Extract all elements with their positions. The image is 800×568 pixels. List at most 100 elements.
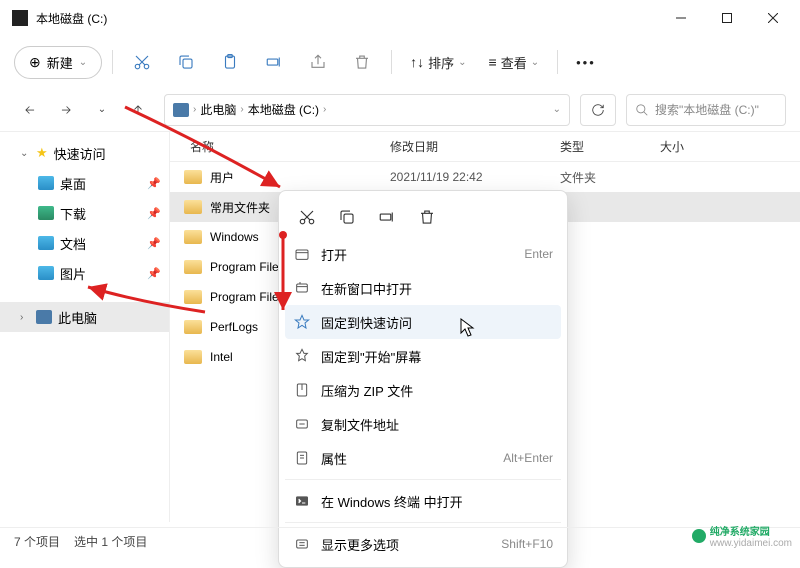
folder-icon [184,170,202,184]
logo-icon [692,529,706,543]
view-button[interactable]: ≡查看⌄ [481,53,548,72]
cut-icon[interactable] [289,201,325,233]
context-menu: 打开 Enter 在新窗口中打开 固定到快速访问 固定到"开始"屏幕 压缩为 Z… [278,190,568,568]
sidebar-pictures[interactable]: 图片 📌 [0,258,169,288]
menu-separator [285,479,561,480]
pc-icon [173,103,189,117]
refresh-button[interactable] [580,94,616,126]
col-name[interactable]: 名称 [170,138,390,155]
menu-zip[interactable]: 压缩为 ZIP 文件 [285,373,561,407]
pin-icon [293,348,311,364]
menu-separator [285,522,561,523]
column-headers: 名称 修改日期 类型 大小 [170,132,800,162]
sidebar: ⌄ ★ 快速访问 桌面 📌 下载 📌 文档 📌 图片 📌 › 此电脑 [0,132,170,522]
folder-icon [184,350,202,364]
pin-icon: 📌 [147,267,161,280]
star-icon [293,314,311,330]
context-iconbar [285,197,561,237]
chevron-right-icon: › [323,104,326,115]
more-button[interactable]: ••• [568,55,604,70]
titlebar: 本地磁盘 (C:) [0,0,800,36]
chevron-right-icon: › [193,104,196,115]
sidebar-label: 图片 [60,264,86,283]
menu-pin-quick-access[interactable]: 固定到快速访问 [285,305,561,339]
up-button[interactable] [122,94,154,126]
menu-pin-start[interactable]: 固定到"开始"屏幕 [285,339,561,373]
sidebar-this-pc[interactable]: › 此电脑 [0,302,169,332]
paste-icon[interactable] [211,44,249,80]
folder-icon [38,236,54,250]
window-title: 本地磁盘 (C:) [36,10,658,27]
close-button[interactable] [750,2,796,34]
menu-new-window[interactable]: 在新窗口中打开 [285,271,561,305]
forward-button[interactable] [50,94,82,126]
minimize-button[interactable] [658,2,704,34]
cut-icon[interactable] [123,44,161,80]
delete-icon[interactable] [409,201,445,233]
sidebar-label: 此电脑 [58,308,97,327]
sidebar-label: 文档 [60,234,86,253]
window-icon [293,280,311,296]
chevron-down-icon[interactable]: ⌄ [553,104,561,115]
menu-terminal[interactable]: 在 Windows 终端 中打开 [285,484,561,518]
table-row[interactable]: 用户 2021/11/19 22:42 文件夹 [170,162,800,192]
breadcrumb[interactable]: › 此电脑 › 本地磁盘 (C:) › ⌄ [164,94,570,126]
menu-open[interactable]: 打开 Enter [285,237,561,271]
drive-icon [12,10,28,26]
sidebar-documents[interactable]: 文档 📌 [0,228,169,258]
statusbar: 7 个项目 选中 1 个项目 [0,527,800,555]
menu-properties[interactable]: 属性 Alt+Enter [285,441,561,475]
copy-icon[interactable] [329,201,365,233]
search-icon [635,103,649,117]
chevron-down-icon: ⌄ [20,148,30,159]
search-input[interactable]: 搜索"本地磁盘 (C:)" [626,94,786,126]
star-icon: ★ [36,145,48,161]
zip-icon [293,382,311,398]
copy-icon[interactable] [167,44,205,80]
folder-icon [38,176,54,190]
sidebar-downloads[interactable]: 下载 📌 [0,198,169,228]
folder-icon [38,206,54,220]
sidebar-desktop[interactable]: 桌面 📌 [0,168,169,198]
crumb-drive[interactable]: 本地磁盘 (C:) [248,101,319,118]
search-placeholder: 搜索"本地磁盘 (C:)" [655,101,759,118]
sidebar-label: 下载 [60,204,86,223]
status-count: 7 个项目 [14,533,60,550]
chevron-right-icon: › [240,104,243,115]
folder-icon [184,320,202,334]
folder-icon [184,230,202,244]
divider [112,50,113,74]
folder-icon [184,200,202,214]
col-size[interactable]: 大小 [660,138,740,155]
share-icon[interactable] [299,44,337,80]
status-selected: 选中 1 个项目 [74,533,147,550]
plus-icon: ⊕ [29,54,41,71]
new-button[interactable]: ⊕ 新建 ⌄ [14,46,102,79]
history-button[interactable]: ⌄ [86,94,118,126]
rename-icon[interactable] [369,201,405,233]
delete-icon[interactable] [343,44,381,80]
pc-icon [36,310,52,324]
sidebar-label: 桌面 [60,174,86,193]
folder-icon [184,290,202,304]
divider [557,50,558,74]
sidebar-label: 快速访问 [54,144,106,163]
col-date[interactable]: 修改日期 [390,138,560,155]
sort-button[interactable]: ↑↓排序⌄ [402,53,474,72]
folder-icon [184,260,202,274]
open-icon [293,246,311,262]
crumb-root[interactable]: 此电脑 [200,101,236,118]
maximize-button[interactable] [704,2,750,34]
sidebar-quick-access[interactable]: ⌄ ★ 快速访问 [0,138,169,168]
toolbar: ⊕ 新建 ⌄ ↑↓排序⌄ ≡查看⌄ ••• [0,36,800,88]
cursor-icon [460,318,476,338]
new-label: 新建 [47,53,73,72]
back-button[interactable] [14,94,46,126]
pin-icon: 📌 [147,177,161,190]
col-type[interactable]: 类型 [560,138,660,155]
copypath-icon [293,416,311,432]
menu-copy-path[interactable]: 复制文件地址 [285,407,561,441]
navbar: ⌄ › 此电脑 › 本地磁盘 (C:) › ⌄ 搜索"本地磁盘 (C:)" [0,88,800,132]
rename-icon[interactable] [255,44,293,80]
divider [391,50,392,74]
